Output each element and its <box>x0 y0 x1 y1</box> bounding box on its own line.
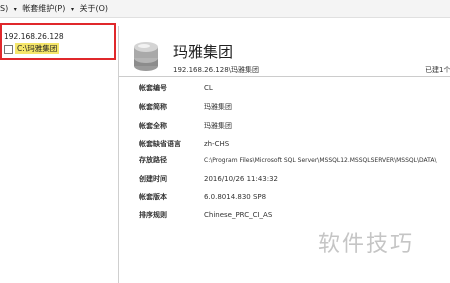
menu-bar: S) ▾ 帐套维护(P) ▾ 关于(O) <box>0 0 450 18</box>
detail-value: 玛雅集团 <box>204 122 232 130</box>
detail-row-created-time: 创建时间 2016/10/26 11:43:32 <box>119 174 450 185</box>
database-icon <box>134 42 158 71</box>
watermark-text: 软件技巧 <box>318 232 415 257</box>
dropdown-arrow-icon: ▾ <box>13 6 17 13</box>
account-title: 玛雅集团 <box>173 43 234 61</box>
detail-label: 存放路径 <box>139 156 167 164</box>
account-tree: 192.168.26.128 C:\玛雅集团 <box>0 26 119 283</box>
detail-value: 2016/10/26 11:43:32 <box>204 175 279 183</box>
detail-label: 帐套编号 <box>139 84 167 92</box>
detail-label: 帐套全称 <box>139 122 167 130</box>
detail-row-collation: 排序规则 Chinese_PRC_CI_AS <box>119 210 450 221</box>
detail-value: zh-CHS <box>204 140 230 148</box>
detail-label: 创建时间 <box>139 175 167 183</box>
detail-label: 帐套缺省语言 <box>139 140 181 148</box>
detail-row-account-number: 帐套编号 CL <box>119 83 450 94</box>
detail-value: C:\Program Files\Microsoft SQL Server\MS… <box>204 157 437 164</box>
detail-row-full-name: 帐套全称 玛雅集团 <box>119 121 450 132</box>
dropdown-arrow-icon: ▾ <box>70 6 74 13</box>
detail-row-short-name: 帐套简称 玛雅集团 <box>119 102 450 113</box>
detail-label: 帐套版本 <box>139 193 167 201</box>
detail-label: 排序规则 <box>139 211 167 219</box>
account-path: 192.168.26.128\玛雅集团 <box>173 66 260 74</box>
detail-label: 帐套简称 <box>139 103 167 111</box>
detail-value: Chinese_PRC_CI_AS <box>204 211 273 219</box>
highlight-box <box>0 23 116 60</box>
detail-row-default-language: 帐套缺省语言 zh-CHS <box>119 139 450 150</box>
divider <box>119 76 450 77</box>
menu-item-s[interactable]: S) <box>0 0 8 17</box>
menu-item-account-maintenance[interactable]: 帐套维护(P) <box>22 0 65 17</box>
detail-value: CL <box>204 84 213 92</box>
detail-value: 玛雅集团 <box>204 103 232 111</box>
detail-value: 6.0.8014.830 SP8 <box>204 193 267 201</box>
account-count-status: 已建1个帐 <box>425 66 450 74</box>
menu-item-about[interactable]: 关于(O) <box>80 0 109 17</box>
detail-row-version: 帐套版本 6.0.8014.830 SP8 <box>119 192 450 203</box>
detail-row-storage-path: 存放路径 C:\Program Files\Microsoft SQL Serv… <box>119 155 450 166</box>
